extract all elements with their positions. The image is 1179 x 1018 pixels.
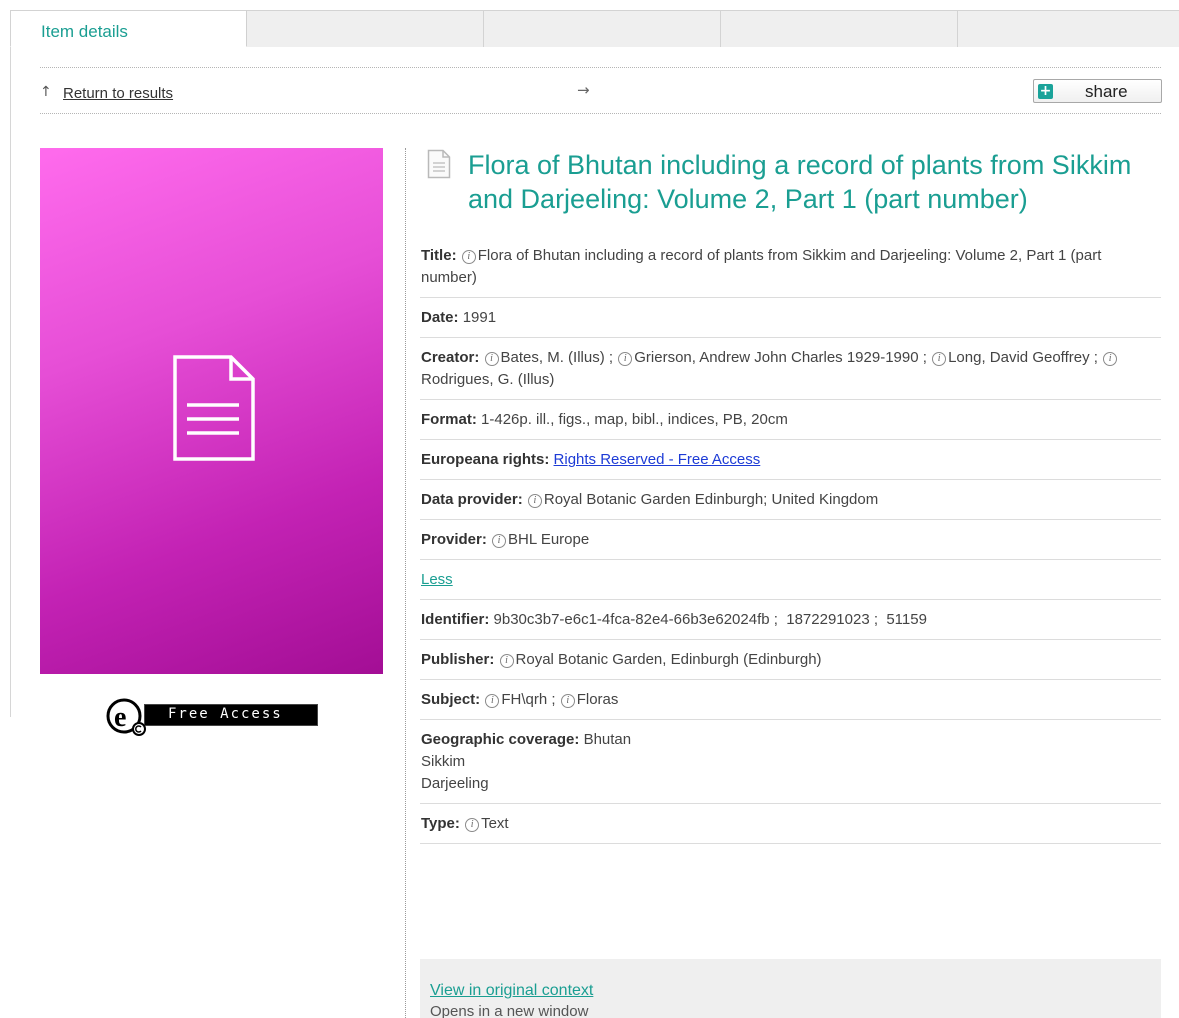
left-border — [10, 47, 11, 717]
subject-value-1[interactable]: FH\qrh — [501, 691, 547, 708]
info-icon[interactable]: i — [499, 654, 514, 668]
share-button-label: share — [1085, 82, 1128, 101]
tab-4[interactable] — [720, 10, 958, 47]
field-format-label: Format: — [421, 411, 477, 428]
plus-icon: + — [1038, 83, 1053, 99]
field-title-label: Title: — [421, 247, 457, 264]
info-icon[interactable]: i — [465, 818, 480, 832]
geo-value-1: Bhutan — [583, 731, 632, 748]
field-type-label: Type: — [421, 815, 460, 832]
field-publisher: Publisher: i Royal Botanic Garden, Edinbu… — [420, 640, 1161, 680]
field-publisher-label: Publisher: — [421, 651, 495, 668]
field-identifier-label: Identifier: — [421, 611, 490, 628]
field-provider-value[interactable]: BHL Europe — [508, 531, 589, 548]
next-arrow-icon[interactable]: → — [577, 81, 590, 99]
field-publisher-value[interactable]: Royal Botanic Garden, Edinburgh (Edinbur… — [516, 651, 822, 668]
creator-value-4[interactable]: Rodrigues, G. (Illus) — [421, 371, 554, 388]
field-title-value: Flora of Bhutan including a record of pl… — [421, 247, 1102, 286]
tab-bar: Item details — [10, 10, 1179, 47]
tab-5[interactable] — [957, 10, 1179, 47]
free-access-badge[interactable]: Free Access e — [106, 698, 318, 738]
info-icon[interactable]: i — [484, 352, 499, 366]
info-icon[interactable]: i — [1103, 352, 1118, 366]
info-icon[interactable]: i — [560, 694, 575, 708]
field-type: Type: i Text — [420, 804, 1161, 844]
less-link[interactable]: Less — [421, 571, 453, 588]
creator-value-3[interactable]: Long, David Geoffrey — [948, 349, 1089, 366]
field-identifier: Identifier: 9b30c3b7-e6c1-4fca-82e4-66b3… — [420, 600, 1161, 640]
badge-label: Free Access — [168, 706, 283, 722]
field-date-value: 1991 — [462, 309, 497, 326]
nav-top-divider — [40, 67, 1161, 68]
creator-separator: ; — [608, 349, 614, 366]
field-rights-label: Europeana rights: — [421, 451, 550, 468]
metadata-list: Title: i Flora of Bhutan including a reco… — [420, 236, 1161, 844]
field-format-value: 1-426p. ill., figs., map, bibl., indices… — [481, 411, 788, 428]
geo-value-2: Sikkim — [421, 753, 466, 770]
field-data-provider-value[interactable]: Royal Botanic Garden Edinburgh; United K… — [544, 491, 878, 508]
column-divider — [405, 148, 406, 1018]
creator-separator: ; — [1093, 349, 1098, 366]
info-icon[interactable]: i — [485, 694, 500, 708]
badge-logo-letter: e — [114, 702, 126, 733]
subject-value-2[interactable]: Floras — [577, 691, 619, 708]
field-title: Title: i Flora of Bhutan including a reco… — [420, 236, 1161, 298]
info-icon[interactable]: i — [461, 250, 476, 264]
subject-separator: ; — [551, 691, 556, 708]
info-icon[interactable]: i — [492, 534, 507, 548]
field-format: Format: 1-426p. ill., figs., map, bibl.,… — [420, 400, 1161, 440]
item-title: Flora of Bhutan including a record of pl… — [468, 150, 1132, 214]
text-document-icon — [427, 149, 451, 179]
field-creator: Creator: i Bates, M. (Illus) ; i Grierson,… — [420, 338, 1161, 400]
info-icon[interactable]: i — [527, 494, 542, 508]
nav-bottom-divider — [40, 113, 1161, 114]
item-thumbnail[interactable] — [40, 148, 383, 674]
original-context-box: View in original context Opens in a new … — [420, 959, 1161, 1018]
tab-item-details-label: Item details — [41, 22, 128, 41]
opens-new-window-note: Opens in a new window — [430, 1003, 589, 1018]
field-identifier-value: 9b30c3b7-e6c1-4fca-82e4-66b3e62024fb ; 1… — [493, 611, 927, 628]
field-creator-label: Creator: — [421, 349, 480, 366]
field-geo-label: Geographic coverage: — [421, 731, 580, 748]
field-data-provider: Data provider: i Royal Botanic Garden Edi… — [420, 480, 1161, 520]
rights-link[interactable]: Rights Reserved - Free Access — [554, 451, 761, 468]
info-icon[interactable]: i — [932, 352, 947, 366]
return-to-results-link[interactable]: Return to results — [63, 85, 173, 102]
europeana-rights-logo-icon: e — [106, 698, 146, 736]
creator-value-2[interactable]: Grierson, Andrew John Charles 1929-1990 — [634, 349, 918, 366]
field-provider: Provider: i BHL Europe — [420, 520, 1161, 560]
field-rights: Europeana rights: Rights Reserved - Free… — [420, 440, 1161, 480]
creator-value-1[interactable]: Bates, M. (Illus) — [501, 349, 605, 366]
field-data-provider-label: Data provider: — [421, 491, 523, 508]
field-subject: Subject: i FH\qrh ; i Floras — [420, 680, 1161, 720]
info-icon[interactable]: i — [618, 352, 633, 366]
field-date-label: Date: — [421, 309, 459, 326]
creator-separator: ; — [922, 349, 927, 366]
document-icon — [173, 355, 255, 461]
tab-3[interactable] — [483, 10, 721, 47]
field-provider-label: Provider: — [421, 531, 487, 548]
geo-value-3: Darjeeling — [421, 775, 489, 792]
tab-2[interactable] — [246, 10, 484, 47]
field-less: Less — [420, 560, 1161, 600]
tab-item-details[interactable]: Item details — [10, 10, 247, 47]
view-original-context-link[interactable]: View in original context — [430, 982, 593, 1000]
up-arrow-icon: ↑ — [40, 84, 52, 100]
field-geographic-coverage: Geographic coverage: Bhutan Sikkim Darje… — [420, 720, 1161, 804]
field-date: Date: 1991 — [420, 298, 1161, 338]
field-subject-label: Subject: — [421, 691, 481, 708]
share-button[interactable]: + share — [1033, 79, 1162, 103]
field-type-value[interactable]: Text — [481, 815, 509, 832]
